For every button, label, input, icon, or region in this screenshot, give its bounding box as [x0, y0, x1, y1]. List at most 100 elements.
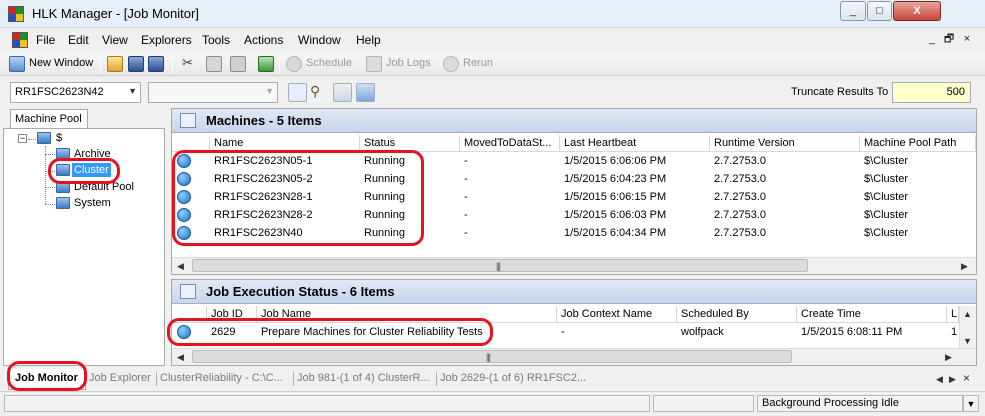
tab-cluster-reliability[interactable]: ClusterReliability - C:\C...: [160, 372, 283, 384]
tab-job-explorer[interactable]: Job Explorer: [89, 372, 151, 384]
menu-help[interactable]: Help: [356, 33, 381, 47]
mdi-minimize-button[interactable]: _: [925, 33, 939, 47]
status-dropdown-icon[interactable]: ▼: [963, 395, 979, 412]
jobs-scroll-thumb[interactable]: [192, 350, 792, 363]
tree-view-icon[interactable]: [288, 83, 307, 102]
scroll-right-icon[interactable]: ▶: [961, 261, 968, 272]
new-window-button[interactable]: New Window: [29, 57, 93, 69]
menu-edit[interactable]: Edit: [68, 33, 89, 47]
tab-separator: [293, 372, 294, 386]
schedule-icon: [286, 56, 302, 72]
chevron-down-icon: ▼: [128, 86, 137, 96]
column-header-last[interactable]: L: [947, 306, 959, 323]
machine-combo[interactable]: RR1FSC2623N42 ▼: [10, 82, 141, 103]
close-button[interactable]: X: [893, 1, 941, 21]
column-header-heartbeat[interactable]: Last Heartbeat: [560, 135, 710, 152]
jobs-panel-icon: [180, 284, 196, 299]
machine-pool-path: $\Cluster: [864, 155, 909, 167]
machine-pool-root-icon: [37, 132, 51, 144]
menu-file[interactable]: File: [36, 33, 55, 47]
column-header-create-time[interactable]: Create Time: [797, 306, 947, 323]
column-header-runtime[interactable]: Runtime Version: [710, 135, 860, 152]
machine-heartbeat: 1/5/2015 6:04:34 PM: [564, 227, 667, 239]
machine-pool-path: $\Cluster: [864, 191, 909, 203]
chevron-down-icon: ▼: [265, 86, 274, 96]
tab-close-icon[interactable]: ×: [963, 371, 970, 385]
status-text: Background Processing Idle: [757, 395, 963, 412]
highlight-machines-oval: [172, 150, 424, 246]
app-icon: [8, 6, 24, 22]
menu-explorers[interactable]: Explorers: [141, 33, 192, 47]
tab-job-981[interactable]: Job 981-(1 of 4) ClusterR...: [297, 372, 430, 384]
tab-scroll-left-icon[interactable]: ◀: [936, 374, 943, 385]
scroll-down-icon[interactable]: ▼: [963, 336, 972, 346]
machine-heartbeat: 1/5/2015 6:04:23 PM: [564, 173, 667, 185]
truncate-input[interactable]: 500: [892, 82, 971, 103]
highlight-job-oval: [167, 318, 493, 346]
schedule-button[interactable]: Schedule: [306, 57, 352, 69]
tree-connector: [28, 139, 36, 140]
menu-actions[interactable]: Actions: [244, 33, 283, 47]
machine-view-icon[interactable]: [356, 83, 375, 102]
machine-runtime: 2.7.2753.0: [714, 209, 766, 221]
cut-icon[interactable]: ✂: [182, 55, 193, 71]
tab-scroll-right-icon[interactable]: ▶: [949, 374, 956, 385]
status-panel-secondary: [653, 395, 754, 412]
machine-combo-value: RR1FSC2623N42: [15, 86, 104, 98]
job-logs-button[interactable]: Job Logs: [386, 57, 431, 69]
machine-pool-path: $\Cluster: [864, 209, 909, 221]
copy-icon[interactable]: [206, 56, 222, 72]
paste-icon[interactable]: [230, 56, 246, 72]
pool-system-icon: [56, 197, 70, 209]
column-header-moved[interactable]: MovedToDataSt...: [460, 135, 560, 152]
column-header-pool-path[interactable]: Machine Pool Path: [860, 135, 976, 152]
machines-panel-title: Machines - 5 Items: [206, 113, 322, 128]
menu-tools[interactable]: Tools: [202, 33, 230, 47]
jobs-panel-header: Job Execution Status - 6 Items: [172, 280, 976, 304]
machine-moved: -: [464, 227, 468, 239]
tree-item-root[interactable]: $: [56, 132, 62, 144]
column-header-job-context[interactable]: Job Context Name: [557, 306, 677, 323]
filter-icon[interactable]: ⚲: [310, 83, 320, 100]
scroll-grip-icon: |||: [486, 352, 491, 362]
toolbar-separator: [279, 56, 280, 74]
job-create-time: 1/5/2015 6:08:11 PM: [801, 326, 903, 338]
machine-heartbeat: 1/5/2015 6:06:15 PM: [564, 191, 667, 203]
list-view-icon[interactable]: [333, 83, 352, 102]
rerun-button[interactable]: Rerun: [463, 57, 493, 69]
machine-moved: -: [464, 191, 468, 203]
new-window-icon[interactable]: [9, 56, 25, 72]
machines-panel-icon: [180, 113, 196, 128]
jobs-panel-title: Job Execution Status - 6 Items: [206, 284, 395, 299]
tree-item-system[interactable]: System: [74, 197, 111, 209]
scroll-left-icon[interactable]: ◀: [177, 352, 184, 363]
scroll-right-icon[interactable]: ▶: [945, 352, 952, 363]
mdi-restore-button[interactable]: 🗗: [942, 33, 956, 47]
column-header-scheduled-by[interactable]: Scheduled By: [677, 306, 797, 323]
refresh-icon[interactable]: [258, 56, 274, 72]
tab-separator: [436, 372, 437, 386]
open-folder-icon[interactable]: [107, 56, 123, 72]
highlight-job-monitor-oval: [7, 361, 87, 391]
save-all-icon[interactable]: [148, 56, 164, 72]
machine-pool-tab[interactable]: Machine Pool: [10, 109, 88, 129]
secondary-combo[interactable]: ▼: [148, 82, 278, 103]
tab-job-2629[interactable]: Job 2629-(1 of 6) RR1FSC2...: [440, 372, 586, 384]
minimize-button[interactable]: _: [840, 1, 866, 21]
job-logs-icon: [366, 56, 382, 72]
machine-moved: -: [464, 209, 468, 221]
mdi-close-button[interactable]: ×: [960, 33, 974, 47]
machine-moved: -: [464, 155, 468, 167]
collapse-toggle-icon[interactable]: −: [18, 134, 27, 143]
mdi-app-icon[interactable]: [12, 32, 28, 48]
scroll-left-icon[interactable]: ◀: [177, 261, 184, 272]
menu-view[interactable]: View: [102, 33, 128, 47]
machines-panel-header: Machines - 5 Items: [172, 109, 976, 133]
save-icon[interactable]: [128, 56, 144, 72]
maximize-button[interactable]: □: [867, 1, 892, 21]
menu-window[interactable]: Window: [298, 33, 341, 47]
tree-connector: [45, 154, 55, 155]
scroll-up-icon[interactable]: ▲: [963, 309, 972, 319]
rerun-icon: [443, 56, 459, 72]
tree-connector: [45, 187, 55, 188]
